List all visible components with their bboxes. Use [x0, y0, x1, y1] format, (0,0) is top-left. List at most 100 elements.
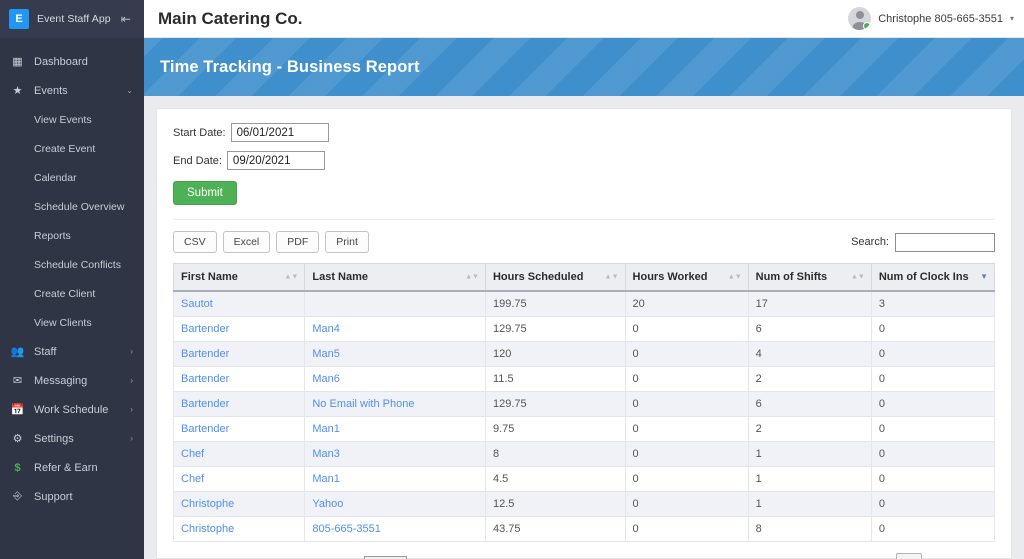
page-length-control: Show 102550100 entries [329, 555, 447, 559]
table-body: Sautot 199.75 20 17 3 Bartender Man4 129.75 0 6 0 B… [172, 290, 996, 542]
table-row: Bartender No Email with Phone 129.75 0 6 0 [172, 391, 996, 417]
cell-last-name[interactable]: Man1 [304, 416, 486, 442]
sidebar-item-support[interactable]: ⎆ Support [0, 482, 144, 511]
pagination-previous[interactable]: Previous [831, 553, 894, 559]
column-header-num-shifts[interactable]: Num of Shifts ▲▼ [747, 263, 872, 292]
export-csv-button[interactable]: CSV [173, 231, 217, 253]
end-date-input[interactable] [226, 151, 325, 170]
column-header-num-clock-ins[interactable]: Num of Clock Ins ▼ [870, 263, 996, 292]
cell-num-clock-ins: 0 [870, 491, 996, 517]
table-row: Bartender Man6 11.5 0 2 0 [172, 366, 996, 392]
search-label: Search: [851, 236, 889, 248]
sidebar-item-settings[interactable]: ⚙ Settings › [0, 424, 144, 453]
cell-first-name[interactable]: Christophe [172, 491, 306, 517]
cell-num-clock-ins: 0 [870, 341, 996, 367]
sidebar-item-create-client[interactable]: Create Client [0, 279, 144, 308]
table-toolbar: CSV Excel PDF Print Search: [173, 231, 995, 253]
sidebar-item-reports[interactable]: Reports [0, 221, 144, 250]
cell-hours-scheduled: 11.5 [484, 366, 626, 392]
section-divider [173, 219, 995, 220]
sidebar-item-schedule-overview[interactable]: Schedule Overview [0, 192, 144, 221]
submit-button[interactable]: Submit [173, 181, 237, 205]
export-excel-button[interactable]: Excel [222, 231, 271, 253]
column-label: First Name [181, 271, 238, 283]
page-length-select[interactable]: 102550100 [364, 555, 408, 559]
collapse-arrow-icon[interactable]: ⇤ [121, 12, 131, 26]
cell-last-name[interactable]: Man1 [304, 466, 486, 492]
footer-left: Showing 1 to 10 of 19 entries Show 10255… [173, 555, 447, 559]
cell-first-name[interactable]: Chef [172, 441, 306, 467]
cell-last-name[interactable]: Man4 [304, 316, 486, 342]
cell-last-name[interactable]: No Email with Phone [304, 391, 486, 417]
report-card: Start Date: End Date: Submit CSV Excel P… [156, 108, 1012, 559]
cell-first-name[interactable]: Bartender [172, 416, 306, 442]
sidebar-item-refer-earn[interactable]: $ Refer & Earn [0, 453, 144, 482]
chevron-down-icon[interactable]: ▾ [1010, 14, 1014, 23]
star-icon: ★ [12, 85, 23, 97]
sidebar-item-dashboard[interactable]: ▦ Dashboard [0, 47, 144, 76]
cell-num-shifts: 6 [747, 316, 872, 342]
cell-last-name[interactable]: Man3 [304, 441, 486, 467]
table-row: Christophe Yahoo 12.5 0 1 0 [172, 491, 996, 517]
start-date-row: Start Date: [173, 123, 995, 142]
cell-first-name[interactable]: Chef [172, 466, 306, 492]
cell-last-name[interactable]: Yahoo [304, 491, 486, 517]
cell-num-clock-ins: 0 [870, 366, 996, 392]
pagination-next[interactable]: Next [952, 553, 995, 559]
sidebar-item-messaging[interactable]: ✉ Messaging › [0, 366, 144, 395]
cell-hours-worked: 0 [624, 491, 749, 517]
column-header-last-name[interactable]: Last Name ▲▼ [304, 263, 486, 292]
cell-first-name[interactable]: Bartender [172, 341, 306, 367]
sidebar-item-work-schedule[interactable]: 📅 Work Schedule › [0, 395, 144, 424]
cell-num-shifts: 2 [747, 416, 872, 442]
cell-hours-scheduled: 9.75 [484, 416, 626, 442]
column-header-hours-scheduled[interactable]: Hours Scheduled ▲▼ [484, 263, 626, 292]
cell-first-name[interactable]: Bartender [172, 391, 306, 417]
sidebar-item-calendar[interactable]: Calendar [0, 163, 144, 192]
cell-first-name[interactable]: Bartender [172, 316, 306, 342]
sort-icon: ▲▼ [465, 273, 479, 281]
sort-descending-icon: ▼ [980, 272, 988, 281]
cell-last-name[interactable]: Man5 [304, 341, 486, 367]
cell-first-name[interactable]: Bartender [172, 366, 306, 392]
brand-header[interactable]: E Event Staff App ⇤ [0, 0, 144, 38]
user-menu[interactable]: Christophe 805-665-3551 ▾ [848, 7, 1014, 30]
cell-hours-worked: 0 [624, 341, 749, 367]
sidebar-item-label: Refer & Earn [34, 461, 98, 474]
cell-hours-worked: 0 [624, 416, 749, 442]
cell-first-name[interactable]: Christophe [172, 516, 306, 542]
sidebar-item-view-events[interactable]: View Events [0, 105, 144, 134]
cell-hours-scheduled: 4.5 [484, 466, 626, 492]
chevron-right-icon: › [130, 376, 133, 385]
search-input[interactable] [895, 232, 995, 252]
print-button[interactable]: Print [325, 231, 369, 253]
cell-last-name[interactable]: 805-665-3551 [304, 516, 486, 542]
cell-last-name[interactable]: Man6 [304, 366, 486, 392]
start-date-input[interactable] [230, 123, 329, 142]
cell-num-shifts: 8 [747, 516, 872, 542]
sort-icon: ▲▼ [727, 273, 742, 281]
page-banner: Time Tracking - Business Report [144, 38, 1024, 96]
cell-num-clock-ins: 0 [870, 391, 996, 417]
pagination-page-2[interactable]: 2 [924, 553, 950, 559]
sidebar-item-create-event[interactable]: Create Event [0, 134, 144, 163]
export-pdf-button[interactable]: PDF [276, 231, 320, 253]
column-header-hours-worked[interactable]: Hours Worked ▲▼ [624, 263, 749, 292]
sidebar-sub-label: Create Event [34, 142, 96, 155]
sidebar-item-staff[interactable]: 👥 Staff › [0, 337, 144, 366]
column-header-first-name[interactable]: First Name ▲▼ [172, 263, 306, 292]
sidebar-item-view-clients[interactable]: View Clients [0, 308, 144, 337]
app-logo: E [9, 9, 29, 29]
sidebar-item-events[interactable]: ★ Events ⌄ [0, 76, 144, 105]
sidebar-item-schedule-conflicts[interactable]: Schedule Conflicts [0, 250, 144, 279]
column-label: Hours Scheduled [492, 271, 584, 283]
users-icon: 👥 [10, 346, 25, 358]
sidebar-item-label: Work Schedule [34, 403, 109, 416]
pagination-page-1[interactable]: 1 [896, 553, 923, 559]
dollar-icon: $ [14, 461, 21, 474]
cell-num-clock-ins: 0 [870, 416, 996, 442]
sidebar-sub-label: Calendar [34, 171, 77, 184]
top-bar: Main Catering Co. Christophe 805-665-355… [144, 0, 1024, 38]
cell-first-name[interactable]: Sautot [172, 290, 306, 317]
sidebar-sub-label: Schedule Conflicts [34, 258, 121, 271]
